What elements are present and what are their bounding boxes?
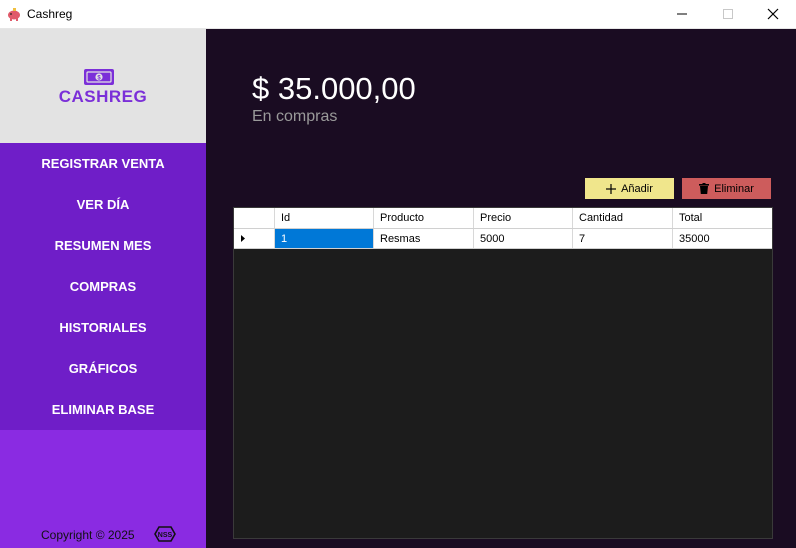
maximize-button[interactable] xyxy=(705,0,751,28)
delete-button[interactable]: Eliminar xyxy=(682,178,771,199)
cell-precio[interactable]: 5000 xyxy=(473,229,572,248)
window-title: Cashreg xyxy=(27,7,73,21)
banknote-icon: $ xyxy=(84,69,114,85)
app-logo-text: CASHREG xyxy=(58,87,148,106)
column-header-precio[interactable]: Precio xyxy=(473,208,572,228)
column-header-id[interactable]: Id xyxy=(274,208,373,228)
column-header-cantidad[interactable]: Cantidad xyxy=(572,208,672,228)
delete-button-label: Eliminar xyxy=(714,182,754,195)
row-selector[interactable] xyxy=(234,229,274,248)
current-row-arrow-icon xyxy=(241,235,245,242)
minimize-button[interactable] xyxy=(659,0,705,28)
purchases-table[interactable]: Id Producto Precio Cantidad Total 1 Resm… xyxy=(233,207,773,539)
cell-producto[interactable]: Resmas xyxy=(373,229,473,248)
logo-area: $ CASHREG xyxy=(0,29,206,143)
cell-id[interactable]: 1 xyxy=(274,229,373,248)
title-bar: Cashreg xyxy=(0,0,796,29)
total-amount-label: En compras xyxy=(252,108,338,125)
sidebar: $ CASHREG REGISTRAR VENTA VER DÍA RESUME… xyxy=(0,29,206,548)
menu-graficos[interactable]: GRÁFICOS xyxy=(0,348,206,389)
row-header-corner xyxy=(234,208,274,228)
piggy-bank-icon xyxy=(8,8,20,21)
menu-historiales[interactable]: HISTORIALES xyxy=(0,307,206,348)
menu-resumen-mes[interactable]: RESUMEN MES xyxy=(0,225,206,266)
menu-compras[interactable]: COMPRAS xyxy=(0,266,206,307)
close-icon xyxy=(767,8,779,20)
column-header-total[interactable]: Total xyxy=(672,208,772,228)
maximize-icon xyxy=(723,9,733,19)
sidebar-menu: REGISTRAR VENTA VER DÍA RESUMEN MES COMP… xyxy=(0,143,206,430)
table-row[interactable]: 1 Resmas 5000 7 35000 xyxy=(234,228,772,249)
trash-icon xyxy=(699,183,710,194)
svg-text:NSS: NSS xyxy=(158,532,173,539)
menu-ver-dia[interactable]: VER DÍA xyxy=(0,184,206,225)
total-amount: $ 35.000,00 xyxy=(252,71,416,106)
close-button[interactable] xyxy=(750,0,796,28)
add-button-label: Añadir xyxy=(621,182,653,195)
column-header-producto[interactable]: Producto xyxy=(373,208,473,228)
menu-registrar-venta[interactable]: REGISTRAR VENTA xyxy=(0,143,206,184)
main-panel: $ 35.000,00 En compras Añadir Eliminar I… xyxy=(206,29,796,548)
cell-cantidad[interactable]: 7 xyxy=(572,229,672,248)
menu-eliminar-base[interactable]: ELIMINAR BASE xyxy=(0,389,206,430)
cell-total[interactable]: 35000 xyxy=(672,229,772,248)
table-header: Id Producto Precio Cantidad Total xyxy=(234,208,772,228)
copyright-text: Copyright © 2025 xyxy=(41,528,135,542)
plus-icon xyxy=(606,183,617,194)
nss-logo: NSS xyxy=(154,526,176,542)
add-button[interactable]: Añadir xyxy=(585,178,674,199)
sidebar-footer: Copyright © 2025 NSS xyxy=(0,430,206,548)
minimize-icon xyxy=(677,13,687,15)
